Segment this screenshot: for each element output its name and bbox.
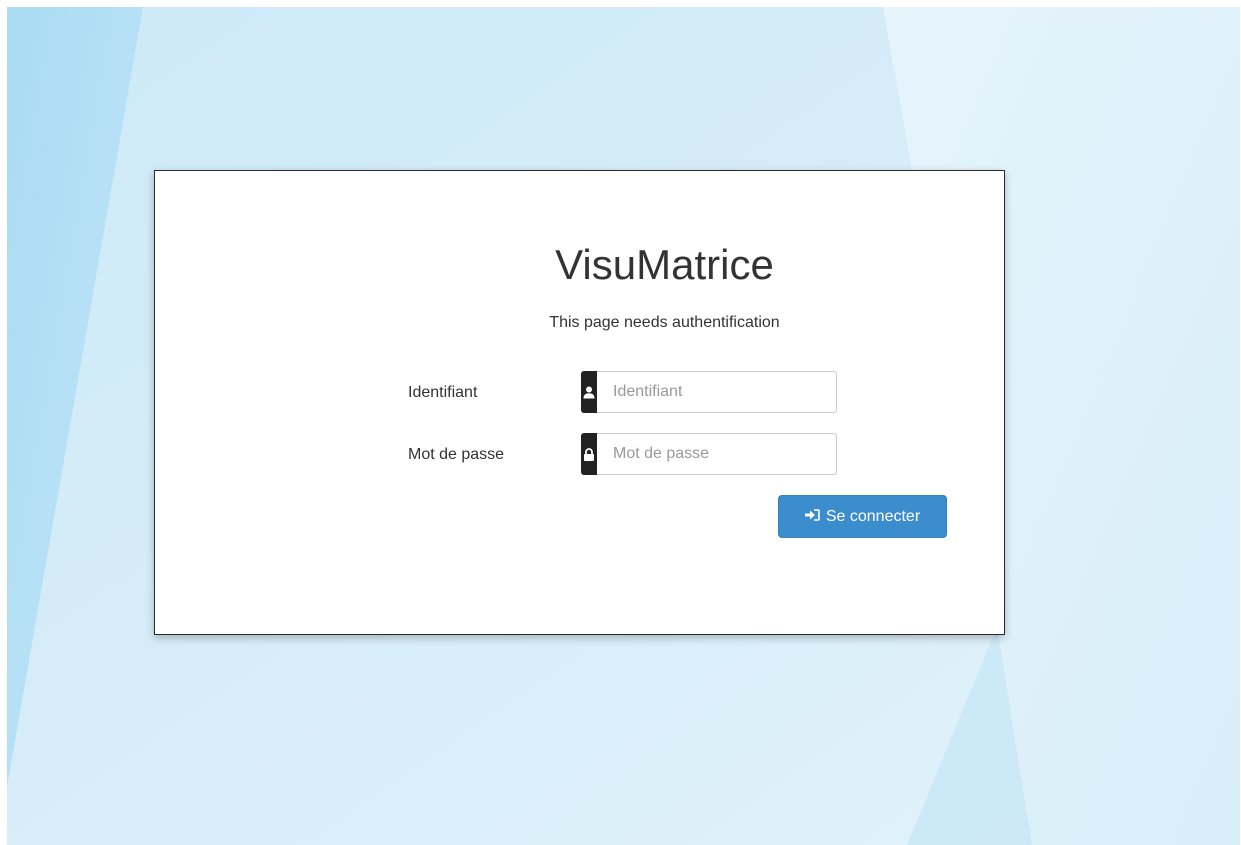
username-label: Identifiant bbox=[408, 384, 478, 401]
username-input-group bbox=[581, 371, 837, 413]
lock-icon bbox=[581, 433, 597, 475]
sign-in-icon bbox=[804, 508, 820, 526]
username-field[interactable] bbox=[597, 371, 837, 413]
password-input-group bbox=[581, 433, 837, 475]
login-button[interactable]: Se connecter bbox=[778, 495, 947, 538]
page-title: VisuMatrice bbox=[555, 241, 774, 288]
user-icon bbox=[581, 371, 597, 413]
login-card: VisuMatrice This page needs authentifica… bbox=[154, 170, 1005, 635]
password-label: Mot de passe bbox=[408, 446, 505, 463]
login-button-label: Se connecter bbox=[825, 507, 921, 525]
page-subtitle: This page needs authentification bbox=[549, 314, 780, 331]
password-field[interactable] bbox=[597, 433, 837, 475]
